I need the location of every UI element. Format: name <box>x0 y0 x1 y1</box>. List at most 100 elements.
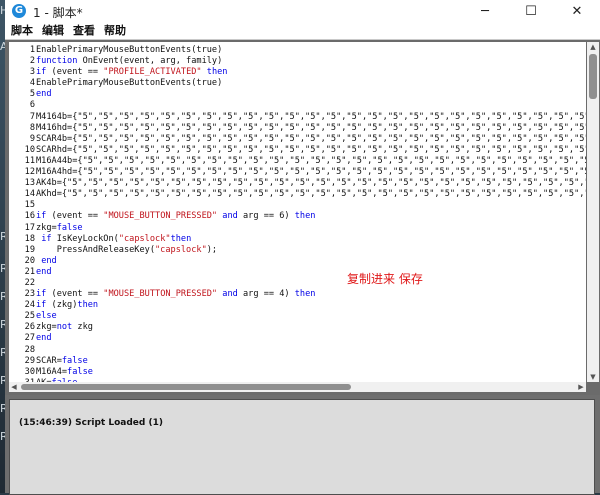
scroll-right-arrow-icon[interactable]: ▶ <box>576 382 586 392</box>
line-number: 12 <box>24 167 35 178</box>
menu-bar: 脚本 编辑 查看 帮助 <box>5 23 600 40</box>
code-line: end <box>36 333 586 344</box>
line-number: 26 <box>24 322 35 333</box>
line-number: 19 <box>24 244 35 255</box>
code-token: "MOUSE_BUTTON_PRESSED" <box>103 211 218 222</box>
code-token: end <box>41 255 57 266</box>
code-token: SCAR= <box>36 355 62 366</box>
minimize-button[interactable]: ─ <box>462 0 508 23</box>
code-line: PressAndReleaseKey("capslock"); <box>36 245 586 256</box>
code-token: end <box>36 333 52 344</box>
code-token: then <box>294 289 316 300</box>
line-number: 3 <box>29 67 35 78</box>
code-token: EnablePrimaryMouseButtonEvents(true) <box>36 78 223 89</box>
output-log: (15:46:39) Script Loaded (1) <box>9 399 595 495</box>
code-line: M16A4=false <box>36 367 586 378</box>
code-token: AKhd={"5","5","5","5","5","5","5","5","5… <box>36 189 586 200</box>
code-editor[interactable]: 1 2 3 4 5 6 7 8 9 10 11 12 13 14 15 16 17 18 19 20 21 22 23 24 2… <box>9 42 586 382</box>
code-token: not <box>56 322 73 333</box>
log-line: (15:46:39) Script Loaded (1) <box>19 418 163 428</box>
code-token: and <box>222 211 238 222</box>
code-token: and <box>222 289 238 300</box>
code-token: (zkg) <box>46 300 78 311</box>
menu-script[interactable]: 脚本 <box>11 23 33 39</box>
code-line: M16A44b={"5","5","5","5","5","5","5","5"… <box>36 156 586 167</box>
code-token: then <box>170 233 192 244</box>
code-token: if <box>36 67 47 78</box>
window-title: 1 - 脚本* <box>33 6 83 20</box>
code-line: if (event == "MOUSE_BUTTON_PRESSED" and … <box>36 289 586 300</box>
maximize-button[interactable]: ☐ <box>508 0 554 23</box>
code-line: EnablePrimaryMouseButtonEvents(true) <box>36 45 586 56</box>
code-line: else <box>36 311 586 322</box>
menu-view[interactable]: 查看 <box>73 23 95 39</box>
code-token: (event == <box>46 67 104 78</box>
code-line: SCARhd={"5","5","5","5","5","5","5","5",… <box>36 145 586 156</box>
code-token: zkg= <box>36 222 57 233</box>
code-token: then <box>77 300 99 311</box>
code-token: (event == <box>46 211 104 222</box>
menu-help[interactable]: 帮助 <box>104 23 126 39</box>
line-number: 23 <box>24 289 35 300</box>
code-token: PressAndReleaseKey( <box>36 244 155 255</box>
horizontal-scrollbar[interactable]: ◀ ▶ <box>9 382 586 392</box>
code-line: M416hd={"5","5","5","5","5","5","5","5",… <box>36 123 586 134</box>
line-number: 27 <box>24 333 35 344</box>
code-token: EnablePrimaryMouseButtonEvents(true) <box>36 45 223 55</box>
code-token: zkg <box>72 322 93 333</box>
code-line: end <box>36 267 586 278</box>
code-token: false <box>61 355 88 366</box>
horizontal-scroll-thumb[interactable] <box>21 384 351 390</box>
code-token: (event == <box>46 289 104 300</box>
code-token: SCARhd={"5","5","5","5","5","5","5","5",… <box>36 144 586 155</box>
code-token: SCAR4b={"5","5","5","5","5","5","5","5",… <box>36 133 586 144</box>
line-number: 13 <box>24 178 35 189</box>
line-number: 4 <box>29 78 35 89</box>
line-number: 9 <box>29 133 35 144</box>
close-button[interactable]: ✕ <box>554 0 600 23</box>
line-number: 20 <box>24 255 35 266</box>
code-line: M16A4hd={"5","5","5","5","5","5","5","5"… <box>36 167 586 178</box>
code-token: ); <box>206 244 218 255</box>
code-line: SCAR=false <box>36 356 586 367</box>
code-token: M16A44b={"5","5","5","5","5","5","5","5"… <box>36 155 586 166</box>
code-token: M16A4= <box>36 366 68 377</box>
code-line: EnablePrimaryMouseButtonEvents(true) <box>36 78 586 89</box>
line-number: 10 <box>24 144 35 155</box>
scroll-down-arrow-icon[interactable]: ▼ <box>587 372 599 382</box>
code-token: false <box>56 222 83 233</box>
line-number: 6 <box>29 100 35 111</box>
line-number: 18 <box>24 233 35 244</box>
line-number-gutter: 1 2 3 4 5 6 7 8 9 10 11 12 13 14 15 16 17 18 19 20 21 22 23 24 2… <box>9 45 36 382</box>
line-number: 11 <box>24 155 35 166</box>
code-area[interactable]: EnablePrimaryMouseButtonEvents(true) func… <box>36 45 586 382</box>
vertical-scroll-thumb[interactable] <box>589 54 597 99</box>
line-number: 7 <box>29 111 35 122</box>
code-token: OnEvent(event, arg, family) <box>77 56 223 67</box>
code-line: AKhd={"5","5","5","5","5","5","5","5","5… <box>36 189 586 200</box>
code-line: if IsKeyLockOn("capslock"then <box>36 234 586 245</box>
code-token: arg == 4) <box>237 289 295 300</box>
code-token: M16A4hd={"5","5","5","5","5","5","5","5"… <box>36 167 586 178</box>
code-token: false <box>67 366 93 377</box>
code-line: end <box>36 256 586 267</box>
line-number: 25 <box>24 311 35 322</box>
code-token: if <box>36 300 47 311</box>
scroll-left-arrow-icon[interactable]: ◀ <box>9 382 19 392</box>
code-token: "MOUSE_BUTTON_PRESSED" <box>103 289 218 300</box>
annotation-text: 复制进来 保存 <box>347 272 423 286</box>
scroll-up-arrow-icon[interactable]: ▲ <box>587 42 599 52</box>
code-line: M4164b={"5","5","5","5","5","5","5","5",… <box>36 112 586 123</box>
code-token: arg == 6) <box>237 211 295 222</box>
code-token: end <box>36 266 52 277</box>
script-editor-window: G 1 - 脚本* ─ ☐ ✕ 脚本 编辑 查看 帮助 1 2 3 4 5 6 7 8 9 10 1… <box>5 0 600 495</box>
code-token: then <box>294 211 316 222</box>
menu-edit[interactable]: 编辑 <box>42 23 64 39</box>
vertical-scrollbar[interactable]: ▲ ▼ <box>587 42 599 382</box>
code-token: function <box>36 56 78 67</box>
line-number: 30 <box>24 366 35 377</box>
